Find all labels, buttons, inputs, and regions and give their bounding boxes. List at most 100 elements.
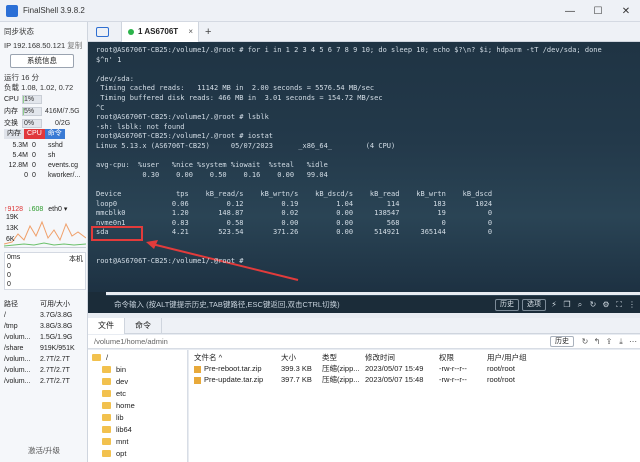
tab-session-as6706t[interactable]: 1 AS6706T × (121, 21, 199, 42)
process-cmd: sh (48, 152, 56, 159)
tree-item[interactable]: opt (102, 448, 126, 459)
column-size[interactable]: 大小 (281, 352, 296, 363)
terminal-output[interactable]: root@AS6706T-CB25:/volume1/.@root # for … (88, 42, 640, 292)
tree-item[interactable]: bin (102, 364, 126, 375)
disk-row[interactable]: /share 919K/951K (4, 343, 86, 354)
tree-item[interactable]: mnt (102, 436, 129, 447)
tree-item[interactable]: lib64 (102, 424, 132, 435)
file-row[interactable]: Pre-reboot.tar.zip 399.3 KB 压缩(zipp... 2… (189, 363, 640, 374)
options-button[interactable]: 选项 (522, 298, 546, 311)
download-speed: ↓608 (28, 205, 44, 213)
sync-status[interactable]: 同步状态 (4, 26, 34, 37)
interface-select[interactable]: eth0 ▾ (48, 205, 67, 213)
ping-panel: 0ms 本机 0 0 0 (4, 252, 86, 290)
column-mtime[interactable]: 修改时间 (365, 352, 395, 363)
disk-row[interactable]: /volum... 1.5G/1.9G (4, 332, 86, 343)
gear-icon[interactable]: ⚙ (601, 300, 611, 310)
more-icon[interactable]: ⋮ (627, 300, 637, 310)
maximize-button[interactable]: ☐ (584, 0, 612, 22)
session-tab-bar: 1 AS6706T × + (88, 21, 640, 42)
process-cpu: 0 (32, 172, 36, 179)
history-button[interactable]: 历史 (495, 298, 519, 311)
disk-size: 2.7T/2.7T (40, 367, 70, 374)
disk-row[interactable]: /volum... 2.7T/2.7T (4, 376, 86, 387)
terminal-line: Device tps kB_read/s kB_wrtn/s kB_dscd/s… (96, 190, 493, 198)
tree-item[interactable]: lib (102, 412, 124, 423)
process-row[interactable]: 5.3M 0 sshd (4, 141, 86, 151)
close-button[interactable]: ✕ (612, 0, 640, 22)
disk-row[interactable]: /volum... 2.7T/2.7T (4, 365, 86, 376)
file-row[interactable]: Pre-update.tar.zip 397.7 KB 压缩(zipp... 2… (189, 374, 640, 385)
column-name[interactable]: 文件名 ^ (194, 352, 222, 363)
disk-size: 3.7G/3.8G (40, 312, 73, 319)
column-permissions[interactable]: 权限 (439, 352, 454, 363)
disk-size: 3.8G/3.8G (40, 323, 73, 330)
disk-size: 919K/951K (40, 345, 75, 352)
upload-icon[interactable]: ⇪ (604, 337, 614, 346)
process-row[interactable]: 5.4M 0 sh (4, 151, 86, 161)
tab-sort-mem[interactable]: 内存 (4, 129, 24, 139)
tree-item[interactable]: etc (102, 388, 126, 399)
directory-tree: / bin dev etc home lib lib64 mnt opt (88, 350, 188, 462)
tree-item[interactable]: home (102, 400, 135, 411)
folder-icon (102, 438, 111, 445)
upgrade-link[interactable]: 激活/升级 (0, 445, 88, 456)
refresh-icon[interactable]: ↻ (580, 337, 590, 346)
process-mem: 12.8M (8, 162, 28, 169)
folder-icon (102, 426, 111, 433)
process-cpu: 0 (32, 142, 36, 149)
app-logo-icon (6, 4, 18, 17)
path-history-button[interactable]: 历史 (550, 336, 574, 347)
path-input[interactable]: /volume1/home/admin (94, 337, 550, 346)
tree-item[interactable]: / (92, 352, 108, 363)
add-tab-button[interactable]: + (205, 26, 211, 38)
disk-path: /volum... (4, 334, 31, 341)
disk-row[interactable]: /volum... 2.7T/2.7T (4, 354, 86, 365)
tab-commands[interactable]: 命令 (125, 318, 162, 334)
copy-icon[interactable]: ❐ (562, 300, 572, 310)
terminal-gutter (88, 292, 106, 313)
up-folder-icon[interactable]: ↰ (592, 337, 602, 346)
disk-list: 路径 可用/大小 / 3.7G/3.8G /tmp 3.8G/3.8G /volum.… (4, 299, 86, 387)
folder-icon (102, 378, 111, 385)
tree-item[interactable]: dev (102, 376, 128, 387)
column-owner[interactable]: 用户/用户组 (487, 352, 527, 363)
close-tab-icon[interactable]: × (188, 27, 193, 36)
folder-icon (102, 390, 111, 397)
disk-size: 2.7T/2.7T (40, 356, 70, 363)
file-name-cell: Pre-update.tar.zip (194, 375, 263, 384)
disk-row[interactable]: /tmp 3.8G/3.8G (4, 321, 86, 332)
search-icon[interactable]: ⌕ (575, 300, 585, 310)
tab-sort-cmd[interactable]: 命令 (44, 129, 65, 139)
tab-sort-cpu[interactable]: CPU (24, 129, 45, 139)
process-row[interactable]: 12.8M 0 events.cg (4, 161, 86, 171)
more-icon[interactable]: ⋯ (628, 337, 638, 346)
disk-row[interactable]: / 3.7G/3.8G (4, 310, 86, 321)
fullscreen-icon[interactable]: ⛶ (614, 300, 624, 310)
disk-path: /volum... (4, 356, 31, 363)
network-header: ↑9128 ↓608 eth0 ▾ (4, 205, 67, 214)
refresh-icon[interactable]: ↻ (588, 300, 598, 310)
download-icon[interactable]: ⤓ (616, 337, 626, 347)
ping-target[interactable]: 本机 (69, 254, 83, 264)
ip-row: IP 192.168.50.121 复制 (4, 40, 82, 51)
load-average: 负载 1.08, 1.02, 0.72 (4, 83, 74, 92)
column-type[interactable]: 类型 (322, 352, 337, 363)
command-input[interactable]: 命令输入 (按ALT键提示历史,TAB键路径,ESC键返回,双击CTRL切换) (114, 299, 495, 310)
process-row[interactable]: 0 0 kworker/... (4, 171, 86, 181)
tab-files[interactable]: 文件 (88, 318, 125, 334)
disk-path: /volum... (4, 367, 31, 374)
copy-ip-button[interactable]: 复制 (67, 41, 82, 50)
terminal-line: $^n' 1 (96, 55, 122, 64)
mem-meter: 内存 5% 416M/7.5G (4, 106, 80, 116)
minimize-button[interactable]: — (556, 0, 584, 22)
file-name: Pre-update.tar.zip (204, 375, 264, 384)
process-list: 5.3M 0 sshd 5.4M 0 sh 12.8M 0 events.cg 0 0 kwor… (4, 141, 86, 181)
file-permissions: -rw-r--r-- (439, 375, 467, 384)
folder-icon[interactable] (96, 26, 109, 37)
sysinfo-button[interactable]: 系统信息 (10, 54, 74, 68)
lightning-icon[interactable]: ⚡ (549, 300, 559, 310)
cpu-meter: CPU 1% (4, 94, 45, 104)
cpu-value: 1% (24, 95, 35, 103)
disk-size: 1.5G/1.9G (40, 334, 73, 341)
